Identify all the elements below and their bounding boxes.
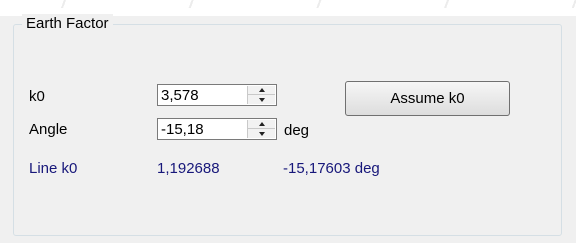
k0-value[interactable]: 3,578 (161, 86, 199, 105)
line-k0-angle-value: -15,17603 deg (283, 160, 380, 177)
line-k0-value: 1,192688 (157, 160, 220, 177)
spin-up-arrow-icon[interactable] (248, 120, 275, 129)
angle-spin-buttons[interactable] (247, 120, 275, 138)
top-stripes (0, 0, 576, 8)
angle-unit: deg (284, 122, 310, 139)
angle-value[interactable]: -15,18 (161, 120, 204, 139)
k0-spin-buttons[interactable] (247, 86, 275, 104)
assume-k0-button[interactable]: Assume k0 (345, 81, 510, 116)
angle-label: Angle (29, 121, 68, 138)
spin-down-arrow-icon[interactable] (248, 95, 275, 104)
spin-down-arrow-icon[interactable] (248, 129, 275, 138)
line-k0-label: Line k0 (29, 160, 78, 177)
angle-spinbox[interactable]: -15,18 (157, 118, 277, 140)
spin-up-arrow-icon[interactable] (248, 86, 275, 95)
k0-spinbox[interactable]: 3,578 (157, 84, 277, 106)
earth-factor-group-title: Earth Factor (22, 14, 113, 34)
k0-label: k0 (29, 88, 45, 105)
